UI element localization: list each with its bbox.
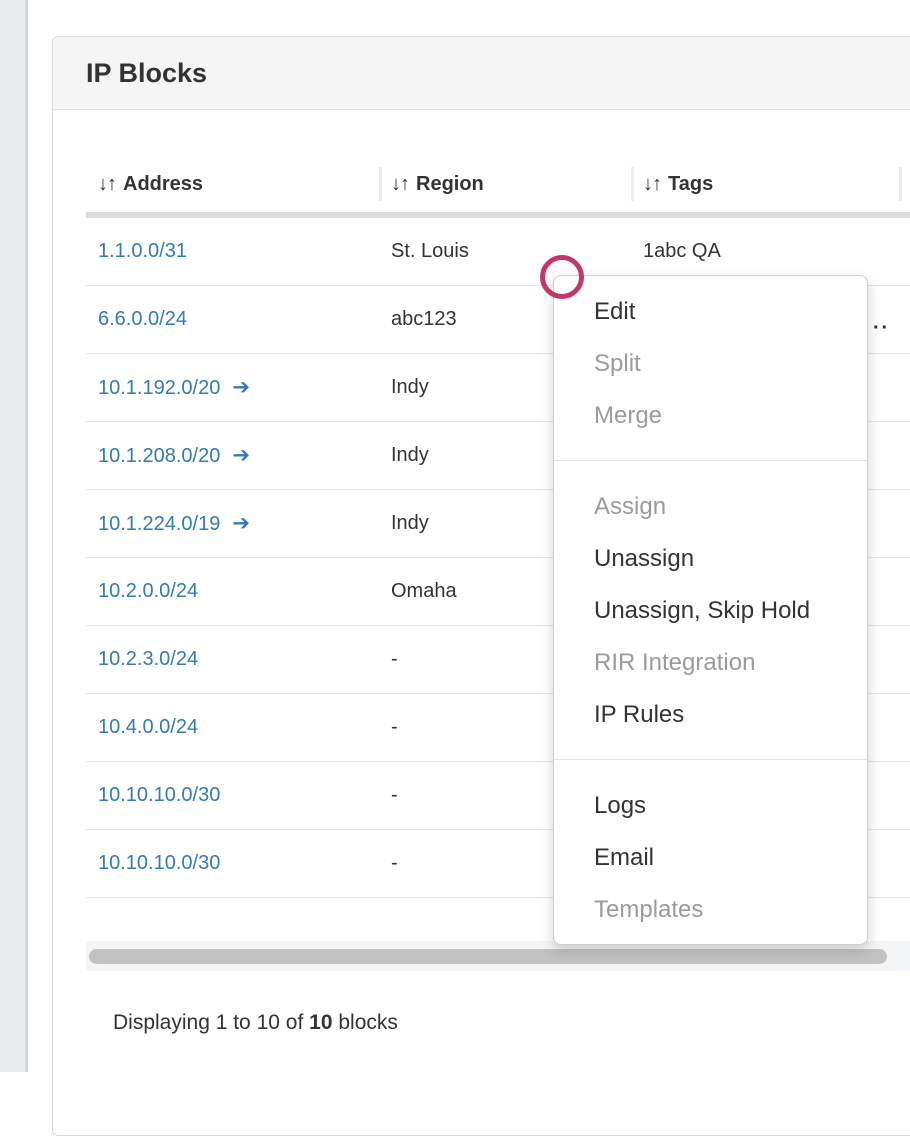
column-header-label: Address [123,173,203,196]
table-header-row: ↓↑ Address ↓↑ Region ↓↑ Tags [86,156,910,212]
address-link[interactable]: 10.1.208.0/20 [98,445,220,467]
panel-header: IP Blocks [53,37,910,110]
column-divider [899,167,902,201]
arrow-right-icon: ➔ [232,444,250,467]
address-link[interactable]: 10.1.192.0/20 [98,377,220,399]
menu-item-email[interactable]: Email [554,832,867,884]
sort-icon[interactable]: ↓↑ [98,173,116,196]
address-cell: 10.10.10.0/30 [86,852,379,875]
arrow-right-icon: ➔ [232,512,250,535]
menu-item-logs[interactable]: Logs [554,780,867,832]
horizontal-scrollbar-thumb[interactable] [89,949,887,964]
address-link[interactable]: 10.10.10.0/30 [98,852,220,874]
address-link[interactable]: 6.6.0.0/24 [98,308,187,330]
address-cell: 10.2.0.0/24 [86,580,379,603]
menu-divider [554,460,867,461]
address-cell: 10.1.208.0/20 ➔ [86,443,379,468]
address-link[interactable]: 1.1.0.0/31 [98,240,187,262]
sort-icon[interactable]: ↓↑ [643,173,661,196]
menu-item-unassign[interactable]: Unassign [554,533,867,585]
column-header-address[interactable]: ↓↑ Address [86,173,379,196]
column-divider [631,167,634,201]
column-header-label: Region [416,173,484,196]
address-link[interactable]: 10.2.0.0/24 [98,580,198,602]
address-cell: 1.1.0.0/31 [86,240,379,263]
truncated-tags-overflow: .. [873,311,890,334]
address-cell: 10.1.192.0/20 ➔ [86,375,379,400]
menu-item-merge: Merge [554,390,867,442]
sort-icon[interactable]: ↓↑ [391,173,409,196]
address-cell: 10.10.10.0/30 [86,784,379,807]
page-title: IP Blocks [86,58,207,89]
click-indicator-ring [540,255,584,299]
horizontal-scrollbar-track[interactable] [86,941,910,971]
address-link[interactable]: 10.1.224.0/19 [98,513,220,535]
arrow-right-icon: ➔ [232,376,250,399]
address-cell: 10.4.0.0/24 [86,716,379,739]
address-cell: 6.6.0.0/24 [86,308,379,331]
address-link[interactable]: 10.2.3.0/24 [98,648,198,670]
pagination-status-count: 10 [309,1011,332,1034]
pagination-status: Displaying 1 to 10 of 10 blocks [113,1011,910,1035]
column-header-label: Tags [668,173,713,196]
column-header-region[interactable]: ↓↑ Region [379,173,631,196]
tags-cell: 1abc QA [631,240,899,263]
pagination-status-suffix: blocks [338,1011,398,1034]
menu-item-split: Split [554,338,867,390]
column-header-tags[interactable]: ↓↑ Tags [631,173,899,196]
menu-item-assign: Assign [554,481,867,533]
menu-item-edit[interactable]: Edit [554,286,867,338]
column-divider [379,167,382,201]
pagination-status-prefix: Displaying 1 to 10 of [113,1011,303,1034]
menu-item-ip-rules[interactable]: IP Rules [554,689,867,741]
address-cell: 10.2.3.0/24 [86,648,379,671]
region-cell: St. Louis [379,240,631,263]
menu-item-templates: Templates [554,884,867,936]
left-gutter [0,0,28,1072]
menu-divider [554,759,867,760]
context-menu: EditSplitMerge AssignUnassignUnassign, Sk… [553,275,868,945]
address-link[interactable]: 10.4.0.0/24 [98,716,198,738]
menu-item-rir-integration: RIR Integration [554,637,867,689]
address-link[interactable]: 10.10.10.0/30 [98,784,220,806]
address-cell: 10.1.224.0/19 ➔ [86,511,379,536]
menu-item-unassign-skip-hold[interactable]: Unassign, Skip Hold [554,585,867,637]
